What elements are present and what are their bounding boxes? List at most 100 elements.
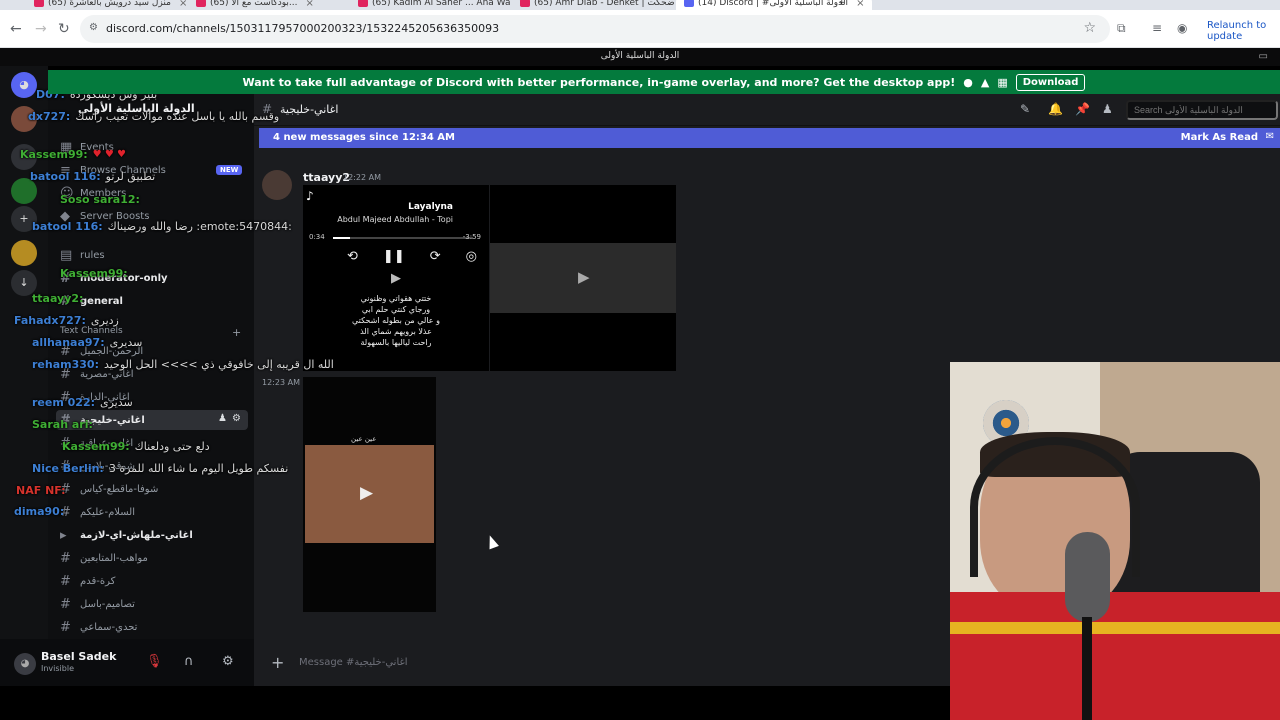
bookmark-star-icon[interactable]: ☆ [1083,20,1096,36]
server-icon[interactable] [11,240,37,266]
desktop-app-banner: Want to take full advantage of Discord w… [48,70,1280,94]
site-info-icon[interactable]: ⚙ [89,22,98,33]
overlay-chat-line: batool 116: رضا والله ورضيناك :emote:5470… [32,220,292,233]
progress-bar [333,237,473,239]
channel-item[interactable]: # تحدي-سماعي [60,620,137,635]
avatar[interactable]: ◕ [14,653,36,675]
rewind-icon: ⟲ [347,249,358,264]
video-attachment[interactable]: ▶ [490,185,676,371]
player-controls: ⟲ ❚❚ ⟳ ◎ [347,249,477,264]
browser-tab[interactable]: (65) منزل سيد درويش بالعاشرة × [34,0,187,10]
overlay-chat-line: Kassem99: ♥ ♥ ♥ [20,148,126,161]
relaunch-button[interactable]: Relaunch to update [1200,17,1280,42]
category-text-channels[interactable]: Text Channels [60,326,123,336]
chat-header: # اغاني-خليجية ✎ 🔔 📌 ♟ [254,94,1280,126]
headphones-icon[interactable]: ∩ [184,654,194,669]
lyrics-text: ختتي هقواتي وظنوني ورجاي كنتي حلم ابي و … [352,294,440,347]
elapsed-time: 0:34 [309,233,325,241]
browser-tab[interactable]: (65) Kadim Al Saher ... Ana Wa× [358,0,527,10]
reload-icon[interactable]: ↻ [58,21,70,37]
overlay-chat-line: Fahadx727: زديرى [14,314,119,327]
close-icon[interactable]: × [179,0,187,9]
channel-rules[interactable]: ▤ rules [60,248,105,263]
video-attachment[interactable]: ♪ Layalyna Abdul Majeed Abdullah - Topi … [303,185,489,371]
pause-icon: ❚❚ [382,249,405,264]
user-status: Invisible [41,664,74,673]
video-thumbnail: ▶ [305,445,434,543]
browser-tab[interactable]: (65) Amr Diab - Dehket | ضحكت× [520,0,691,10]
overlay-chat-line: Kassem99: دلع حتى ودلعناك [62,440,210,453]
back-icon[interactable]: ← [10,21,22,37]
play-icon[interactable]: ▶ [578,268,590,286]
channel-item[interactable]: # مواهب-المتابعين [60,551,148,566]
play-icon[interactable]: ▶ [360,483,373,503]
bell-icon[interactable]: 🔔 [1048,102,1063,116]
hash-icon: # [60,597,71,612]
message-input[interactable] [299,651,899,673]
download-button[interactable]: Download [1015,73,1086,91]
song-artist: Abdul Majeed Abdullah - Topi [337,215,453,224]
overlay-chat-line: Kassem99: [60,267,128,280]
video-thumbnail: ▶ [490,243,676,313]
search-input[interactable] [1126,100,1278,120]
song-title: Layalyna [408,202,453,212]
channel-item[interactable]: # شوفا-ماقطع-كياس [60,482,158,497]
close-icon[interactable]: × [305,0,313,9]
media-controls-icon[interactable]: ≡ [1152,21,1162,35]
overlay-chat-line: NAF NF: [16,484,66,497]
play-icon[interactable]: ▶ [391,271,401,286]
overlay-chat-line: batool 116: تطبيق لرتو [30,170,156,183]
threads-icon[interactable]: ✎ [1020,102,1030,116]
address-bar[interactable]: ⚙ discord.com/channels/15031179570002003… [80,15,1110,43]
overlay-chat-line: reem 022: سديرى [32,396,133,409]
browser-tab[interactable]: (65) بودكاست مع الأ... × [196,0,314,10]
new-tab-button[interactable]: + [838,0,846,10]
hash-icon: # [60,574,71,589]
profile-icon[interactable]: ◉ [1177,21,1187,35]
overlay-chat-line: allhanaa97: سديرى [32,336,143,349]
remaining-time: -3:59 [462,233,481,241]
new-messages-bar[interactable]: 4 new messages since 12:34 AM Mark As Re… [259,128,1280,148]
url-text[interactable]: discord.com/channels/1503117957000200323… [106,22,499,35]
close-icon[interactable]: × [856,0,864,9]
overlay-chat-line: Soso sara12: [60,193,140,206]
mark-as-read-button[interactable]: Mark As Read [1181,132,1258,143]
book-icon: ▤ [60,248,73,263]
invite-icon[interactable]: ♟ [218,413,227,424]
channel-item[interactable]: # السلام-عليكم [60,505,135,520]
overlay-chat-line: Nice Berlin: نفسكم طويل اليوم ما شاء الله… [32,462,289,475]
avatar[interactable] [262,170,292,200]
channel-item[interactable]: # تصاميم-باسل [60,597,135,612]
extensions-icon[interactable]: ⧉ [1117,21,1126,36]
member-list-icon[interactable]: ♟ [1102,102,1113,116]
youtube-icon [34,0,44,7]
apple-icon: ● [963,75,973,89]
forward-icon: ⟳ [429,249,441,264]
username[interactable]: Basel Sadek [41,650,116,663]
discord-home-icon[interactable]: ◕ [11,72,37,98]
create-channel-icon[interactable]: + [232,326,241,339]
chevron-right-icon: ▸ [60,528,67,543]
headset [970,437,1140,577]
attach-plus-icon[interactable]: + [271,653,284,672]
gear-icon[interactable]: ⚙ [222,654,234,669]
overlay-chat-line: ttaayy2: [32,292,84,305]
discord-icon [684,0,694,7]
windows-icon: ▦ [997,75,1008,89]
message-timestamp: 12:22 AM [343,173,381,182]
channel-item[interactable]: # كرة-قدم [60,574,115,589]
inbox-icon[interactable]: ▭ [1259,51,1268,62]
forward-icon[interactable]: → [35,21,47,37]
browser-toolbar: ← → ↻ ⚙ discord.com/channels/15031179570… [0,10,1280,48]
channel-title: اغاني-خليجية [280,103,339,116]
hash-icon: # [60,620,71,635]
webcam-feed [950,362,1280,720]
youtube-icon [358,0,368,7]
new-badge: NEW [216,165,243,175]
microphone-muted-icon[interactable]: 🎙 [146,654,163,669]
channel-item[interactable]: ▸ اغاني-ملهاش-اي-لازمة [60,528,193,543]
gear-icon[interactable]: ⚙ [232,413,241,424]
hash-icon: # [60,551,71,566]
video-attachment[interactable]: عين عين ▶ [303,377,436,612]
pin-icon[interactable]: 📌 [1075,102,1090,116]
